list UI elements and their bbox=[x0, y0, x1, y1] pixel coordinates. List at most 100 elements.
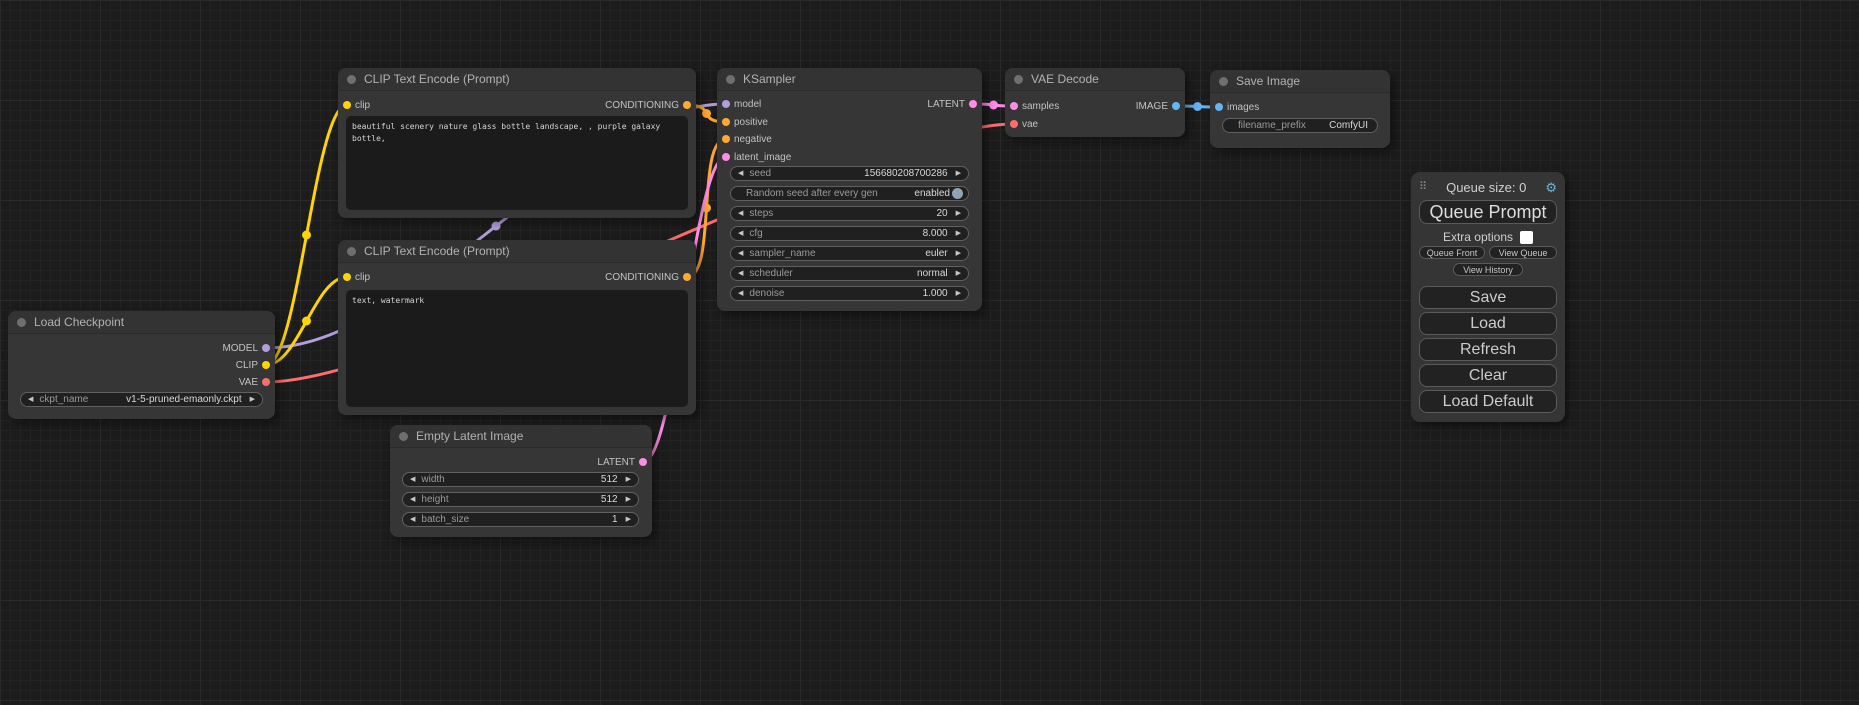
extra-options-checkbox[interactable] bbox=[1520, 231, 1533, 244]
queue-front-button[interactable]: Queue Front bbox=[1419, 246, 1485, 259]
decrement-arrow-icon[interactable]: ◀ bbox=[410, 476, 415, 483]
node-title-bar[interactable]: Empty Latent Image bbox=[390, 425, 652, 448]
clip-output-port[interactable] bbox=[262, 361, 270, 369]
model-input-port[interactable] bbox=[722, 100, 730, 108]
queue-prompt-button[interactable]: Queue Prompt bbox=[1419, 200, 1557, 224]
decrement-arrow-icon[interactable]: ◀ bbox=[410, 496, 415, 503]
filename-prefix-widget[interactable]: filename_prefix ComfyUI bbox=[1222, 118, 1378, 133]
link-midpoint-dot[interactable] bbox=[302, 317, 311, 326]
increment-arrow-icon[interactable]: ▶ bbox=[956, 250, 961, 257]
clip-input-port[interactable] bbox=[343, 101, 351, 109]
steps-widget[interactable]: ◀ steps 20 ▶ bbox=[730, 206, 969, 221]
height-widget[interactable]: ◀ height 512 ▶ bbox=[402, 492, 639, 507]
link-midpoint-dot[interactable] bbox=[302, 231, 311, 240]
clear-button[interactable]: Clear bbox=[1419, 364, 1557, 387]
output-label-row: CONDITIONING bbox=[338, 98, 696, 112]
conditioning-output-port[interactable] bbox=[683, 101, 691, 109]
samples-input-port[interactable] bbox=[1010, 102, 1018, 110]
increment-arrow-icon[interactable]: ▶ bbox=[626, 476, 631, 483]
node-vae-decode[interactable]: VAE Decode samples vae IMAGE bbox=[1005, 68, 1185, 137]
refresh-button[interactable]: Refresh bbox=[1419, 338, 1557, 361]
cfg-widget[interactable]: ◀ cfg 8.000 ▶ bbox=[730, 226, 969, 241]
seed-widget[interactable]: ◀ seed 156680208700286 ▶ bbox=[730, 166, 969, 181]
node-load-checkpoint[interactable]: Load Checkpoint MODEL CLIP VAE ◀ ckpt_na… bbox=[8, 311, 275, 419]
node-empty-latent-image[interactable]: Empty Latent Image LATENT ◀ width 512 ▶ … bbox=[390, 425, 652, 537]
ckpt-name-widget[interactable]: ◀ ckpt_name v1-5-pruned-emaonly.ckpt ▶ bbox=[20, 392, 263, 407]
decrement-arrow-icon[interactable]: ◀ bbox=[738, 210, 743, 217]
sampler-name-widget[interactable]: ◀ sampler_name euler ▶ bbox=[730, 246, 969, 261]
decrement-arrow-icon[interactable]: ◀ bbox=[738, 230, 743, 237]
node-clip-text-encode-negative[interactable]: CLIP Text Encode (Prompt) clip CONDITION… bbox=[338, 240, 696, 415]
collapse-dot-icon[interactable] bbox=[726, 75, 735, 84]
width-widget[interactable]: ◀ width 512 ▶ bbox=[402, 472, 639, 487]
link-midpoint-dot[interactable] bbox=[492, 222, 501, 231]
latent-output-port[interactable] bbox=[969, 100, 977, 108]
decrement-arrow-icon[interactable]: ◀ bbox=[738, 290, 743, 297]
load-button[interactable]: Load bbox=[1419, 312, 1557, 335]
increment-arrow-icon[interactable]: ▶ bbox=[956, 210, 961, 217]
drag-handle-icon[interactable]: ⠿ bbox=[1419, 182, 1427, 193]
graph-canvas[interactable]: Load Checkpoint MODEL CLIP VAE ◀ ckpt_na… bbox=[0, 0, 1859, 705]
collapse-dot-icon[interactable] bbox=[1014, 75, 1023, 84]
decrement-arrow-icon[interactable]: ◀ bbox=[738, 270, 743, 277]
link-midpoint-dot[interactable] bbox=[989, 101, 998, 110]
conditioning-output-port[interactable] bbox=[683, 273, 691, 281]
collapse-dot-icon[interactable] bbox=[17, 318, 26, 327]
input-label-row: model bbox=[717, 97, 982, 111]
widget-value: 512 bbox=[601, 494, 618, 505]
increment-arrow-icon[interactable]: ▶ bbox=[250, 396, 255, 403]
decrement-arrow-icon[interactable]: ◀ bbox=[410, 516, 415, 523]
link-midpoint-dot[interactable] bbox=[1193, 102, 1202, 111]
collapse-dot-icon[interactable] bbox=[347, 75, 356, 84]
node-ksampler[interactable]: KSampler model positive negative latent_… bbox=[717, 68, 982, 311]
positive-input-port[interactable] bbox=[722, 118, 730, 126]
node-title-bar[interactable]: CLIP Text Encode (Prompt) bbox=[338, 240, 696, 263]
input-label-row: latent_image bbox=[717, 150, 982, 164]
image-output-port[interactable] bbox=[1172, 102, 1180, 110]
increment-arrow-icon[interactable]: ▶ bbox=[956, 290, 961, 297]
vae-input-port[interactable] bbox=[1010, 120, 1018, 128]
node-title-bar[interactable]: CLIP Text Encode (Prompt) bbox=[338, 68, 696, 91]
prompt-textarea[interactable]: beautiful scenery nature glass bottle la… bbox=[346, 116, 688, 210]
increment-arrow-icon[interactable]: ▶ bbox=[956, 270, 961, 277]
latent-output-port[interactable] bbox=[639, 458, 647, 466]
denoise-widget[interactable]: ◀ denoise 1.000 ▶ bbox=[730, 286, 969, 301]
load-default-button[interactable]: Load Default bbox=[1419, 390, 1557, 413]
increment-arrow-icon[interactable]: ▶ bbox=[626, 496, 631, 503]
node-title-bar[interactable]: Save Image bbox=[1210, 70, 1390, 93]
latent-image-input-port[interactable] bbox=[722, 153, 730, 161]
view-queue-button[interactable]: View Queue bbox=[1489, 246, 1557, 259]
clip-input-port[interactable] bbox=[343, 273, 351, 281]
increment-arrow-icon[interactable]: ▶ bbox=[956, 230, 961, 237]
prompt-textarea[interactable]: text, watermark bbox=[346, 290, 688, 407]
save-button[interactable]: Save bbox=[1419, 286, 1557, 309]
negative-input-port[interactable] bbox=[722, 135, 730, 143]
collapse-dot-icon[interactable] bbox=[399, 432, 408, 441]
node-title: Save Image bbox=[1236, 74, 1300, 88]
toggle-on-indicator[interactable] bbox=[952, 188, 963, 199]
node-title-bar[interactable]: KSampler bbox=[717, 68, 982, 91]
collapse-dot-icon[interactable] bbox=[347, 247, 356, 256]
collapse-dot-icon[interactable] bbox=[1219, 77, 1228, 86]
scheduler-widget[interactable]: ◀ scheduler normal ▶ bbox=[730, 266, 969, 281]
model-output-port[interactable] bbox=[262, 344, 270, 352]
node-save-image[interactable]: Save Image images filename_prefix ComfyU… bbox=[1210, 70, 1390, 148]
view-history-button[interactable]: View History bbox=[1453, 263, 1523, 276]
batch-size-widget[interactable]: ◀ batch_size 1 ▶ bbox=[402, 512, 639, 527]
images-input-port[interactable] bbox=[1215, 103, 1223, 111]
queue-size-label: Queue size: 0 bbox=[1427, 180, 1545, 195]
node-title-bar[interactable]: Load Checkpoint bbox=[8, 311, 275, 334]
increment-arrow-icon[interactable]: ▶ bbox=[626, 516, 631, 523]
random-seed-toggle-widget[interactable]: Random seed after every gen enabled bbox=[730, 186, 969, 201]
vae-output-port[interactable] bbox=[262, 378, 270, 386]
widget-label: height bbox=[421, 494, 448, 505]
node-clip-text-encode-positive[interactable]: CLIP Text Encode (Prompt) clip CONDITION… bbox=[338, 68, 696, 218]
output-label-row: LATENT bbox=[717, 97, 982, 111]
decrement-arrow-icon[interactable]: ◀ bbox=[738, 250, 743, 257]
decrement-arrow-icon[interactable]: ◀ bbox=[738, 170, 743, 177]
link-midpoint-dot[interactable] bbox=[702, 109, 711, 118]
node-title-bar[interactable]: VAE Decode bbox=[1005, 68, 1185, 91]
settings-gear-icon[interactable]: ⚙ bbox=[1545, 181, 1557, 194]
increment-arrow-icon[interactable]: ▶ bbox=[956, 170, 961, 177]
decrement-arrow-icon[interactable]: ◀ bbox=[28, 396, 33, 403]
